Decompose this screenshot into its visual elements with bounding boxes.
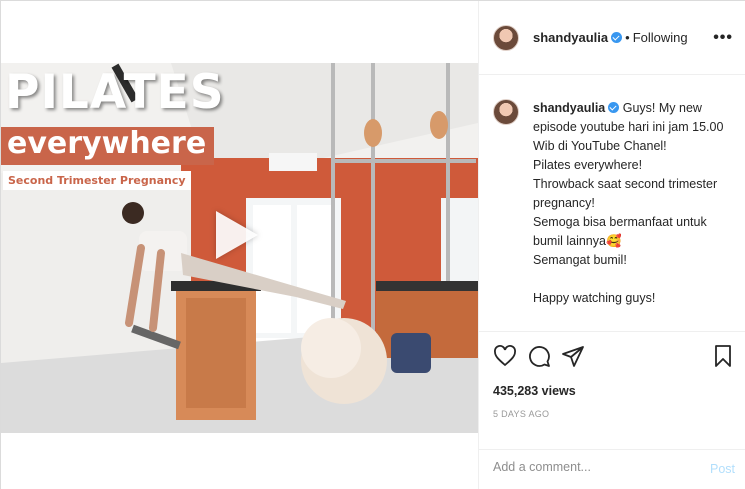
header-username[interactable]: shandyaulia: [533, 30, 623, 45]
post-comment-button[interactable]: Post: [710, 462, 735, 476]
avatar[interactable]: [493, 24, 519, 51]
caption-line: Semangat bumil!: [533, 253, 627, 267]
post-container: PILATES everywhere Second Trimester Preg…: [0, 0, 745, 489]
caption-avatar[interactable]: [493, 99, 519, 125]
bookmark-icon[interactable]: [711, 344, 735, 368]
view-count[interactable]: 435,283 views: [493, 384, 576, 398]
verified-badge-icon: [611, 32, 623, 43]
caption-line: Semoga bisa bermanfaat untuk bumil lainn…: [533, 215, 707, 248]
video-title-line1: PILATES: [5, 65, 225, 120]
video-tag: Second Trimester Pregnancy: [3, 171, 191, 190]
post-header: shandyaulia • Following •••: [479, 1, 745, 75]
comment-icon[interactable]: [527, 344, 551, 368]
caption-text: shandyaulia Guys! My new episode youtube…: [533, 99, 733, 308]
post-actions: 435,283 views 5 DAYS AGO: [479, 331, 745, 449]
caption-line: Throwback saat second trimester pregnanc…: [533, 177, 718, 210]
heart-icon[interactable]: [493, 344, 517, 368]
video-player[interactable]: PILATES everywhere Second Trimester Preg…: [1, 63, 478, 433]
post-sidebar: shandyaulia • Following ••• shandyaulia …: [478, 1, 745, 489]
caption-line: Pilates everywhere!: [533, 158, 643, 172]
action-icons: [493, 344, 585, 368]
share-icon[interactable]: [561, 344, 585, 368]
following-button[interactable]: Following: [633, 30, 688, 45]
post-timestamp[interactable]: 5 DAYS AGO: [493, 409, 549, 419]
verified-badge-icon: [608, 102, 620, 113]
caption-row: shandyaulia Guys! My new episode youtube…: [493, 99, 733, 308]
play-icon[interactable]: [216, 211, 258, 259]
caption-area: shandyaulia Guys! My new episode youtube…: [479, 75, 745, 330]
header-separator: •: [625, 30, 630, 45]
comment-input[interactable]: [493, 460, 693, 474]
caption-username[interactable]: shandyaulia: [533, 101, 605, 115]
caption-line: Happy watching guys!: [533, 291, 656, 305]
more-options-icon[interactable]: •••: [713, 29, 733, 47]
post-media: PILATES everywhere Second Trimester Preg…: [1, 1, 478, 489]
video-title-line2: everywhere: [1, 127, 215, 165]
comment-box: Post: [479, 449, 745, 489]
